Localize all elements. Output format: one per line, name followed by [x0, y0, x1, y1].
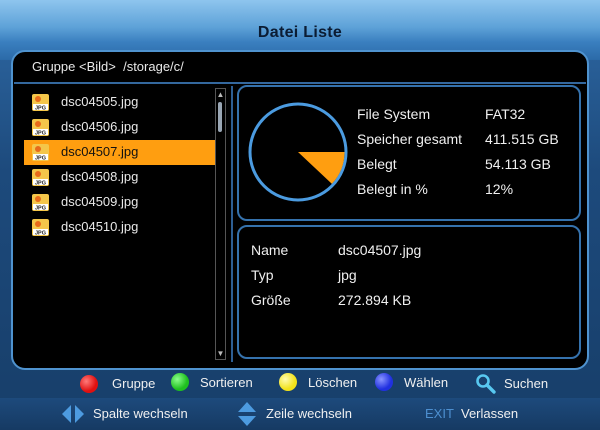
size-label: Größe: [251, 292, 291, 308]
file-row[interactable]: JPG dsc04510.jpg: [24, 215, 216, 240]
file-name: dsc04507.jpg: [61, 144, 139, 159]
red-key-label: Gruppe: [112, 376, 156, 391]
jpg-file-icon: JPG: [32, 94, 49, 111]
file-name: dsc04508.jpg: [61, 169, 139, 184]
file-list: JPG dsc04505.jpg JPG dsc04506.jpg JPG ds…: [24, 90, 216, 240]
storage-info-box: File System FAT32 Speicher gesamt 411.51…: [237, 85, 581, 221]
file-row[interactable]: JPG dsc04505.jpg: [24, 90, 216, 115]
blue-key-label: Wählen: [404, 375, 449, 390]
file-row[interactable]: JPG dsc04506.jpg: [24, 115, 216, 140]
type-label: Typ: [251, 267, 274, 283]
svg-text:JPG: JPG: [35, 105, 46, 111]
file-name: dsc04510.jpg: [61, 219, 139, 234]
blue-button-icon: [375, 373, 393, 391]
jpg-file-icon: JPG: [32, 219, 49, 236]
name-label: Name: [251, 242, 289, 258]
green-key-label: Sortieren: [200, 375, 253, 390]
svg-text:JPG: JPG: [35, 180, 46, 186]
file-name: dsc04509.jpg: [61, 194, 139, 209]
file-name: dsc04505.jpg: [61, 94, 139, 109]
svg-text:JPG: JPG: [35, 205, 46, 211]
name-value: dsc04507.jpg: [338, 242, 422, 258]
file-row[interactable]: JPG dsc04509.jpg: [24, 190, 216, 215]
green-button-icon: [171, 373, 189, 391]
wrench-search-icon: [476, 374, 496, 394]
file-list-window: Datei Liste Gruppe <Bild> /storage/c/ JP…: [0, 0, 600, 430]
window-title: Datei Liste: [257, 24, 343, 41]
exit-label: Verlassen: [461, 406, 519, 421]
scroll-up-arrow-icon[interactable]: ▲: [216, 89, 225, 100]
jpg-file-icon: JPG: [32, 119, 49, 136]
color-key-legend: Gruppe Sortieren Löschen Wählen Suchen: [0, 372, 600, 396]
file-name: dsc04506.jpg: [61, 119, 139, 134]
used-label: Belegt: [357, 156, 397, 172]
size-value: 272.894 KB: [338, 292, 412, 308]
svg-text:JPG: JPG: [35, 230, 46, 236]
total-value: 411.515 GB: [485, 131, 559, 147]
scroll-thumb[interactable]: [218, 102, 222, 132]
yellow-key-label: Löschen: [308, 375, 358, 390]
total-label: Speicher gesamt: [357, 131, 463, 147]
jpg-file-icon: JPG: [32, 169, 49, 186]
column-divider: [231, 86, 233, 362]
pct-value: 12%: [485, 181, 514, 197]
up-down-arrows-icon: [238, 402, 256, 426]
svg-text:JPG: JPG: [35, 155, 46, 161]
jpg-file-icon: JPG: [32, 144, 49, 161]
storage-usage-pie: [248, 102, 348, 202]
used-value: 54.113 GB: [485, 156, 551, 172]
file-row[interactable]: JPG dsc04508.jpg: [24, 165, 216, 190]
exit-key[interactable]: EXIT: [425, 406, 454, 421]
column-switch-label: Spalte wechseln: [93, 406, 188, 421]
file-details-box: Name dsc04507.jpg Typ jpg Größe 272.894 …: [237, 225, 581, 359]
path-value: /storage/c/: [123, 59, 184, 74]
row-switch-label: Zeile wechseln: [266, 406, 352, 421]
red-button-icon: [80, 375, 98, 393]
yellow-button-icon: [279, 373, 297, 391]
file-list-scrollbar[interactable]: ▲ ▼: [215, 88, 226, 360]
footer-bar: Spalte wechseln Zeile wechseln EXIT Verl…: [0, 398, 600, 430]
jpg-file-icon: JPG: [32, 194, 49, 211]
header-divider: [14, 82, 586, 84]
group-label: Gruppe <Bild>: [32, 59, 116, 74]
scroll-down-arrow-icon[interactable]: ▼: [216, 348, 225, 359]
fs-value: FAT32: [485, 106, 526, 122]
path-line: Gruppe <Bild> /storage/c/: [32, 59, 184, 74]
pct-label: Belegt in %: [357, 181, 428, 197]
search-key-label: Suchen: [504, 376, 549, 391]
fs-label: File System: [357, 106, 431, 122]
left-right-arrows-icon: [62, 405, 84, 423]
type-value: jpg: [338, 267, 357, 283]
svg-text:JPG: JPG: [35, 130, 46, 136]
file-row-selected[interactable]: JPG dsc04507.jpg: [24, 140, 216, 165]
